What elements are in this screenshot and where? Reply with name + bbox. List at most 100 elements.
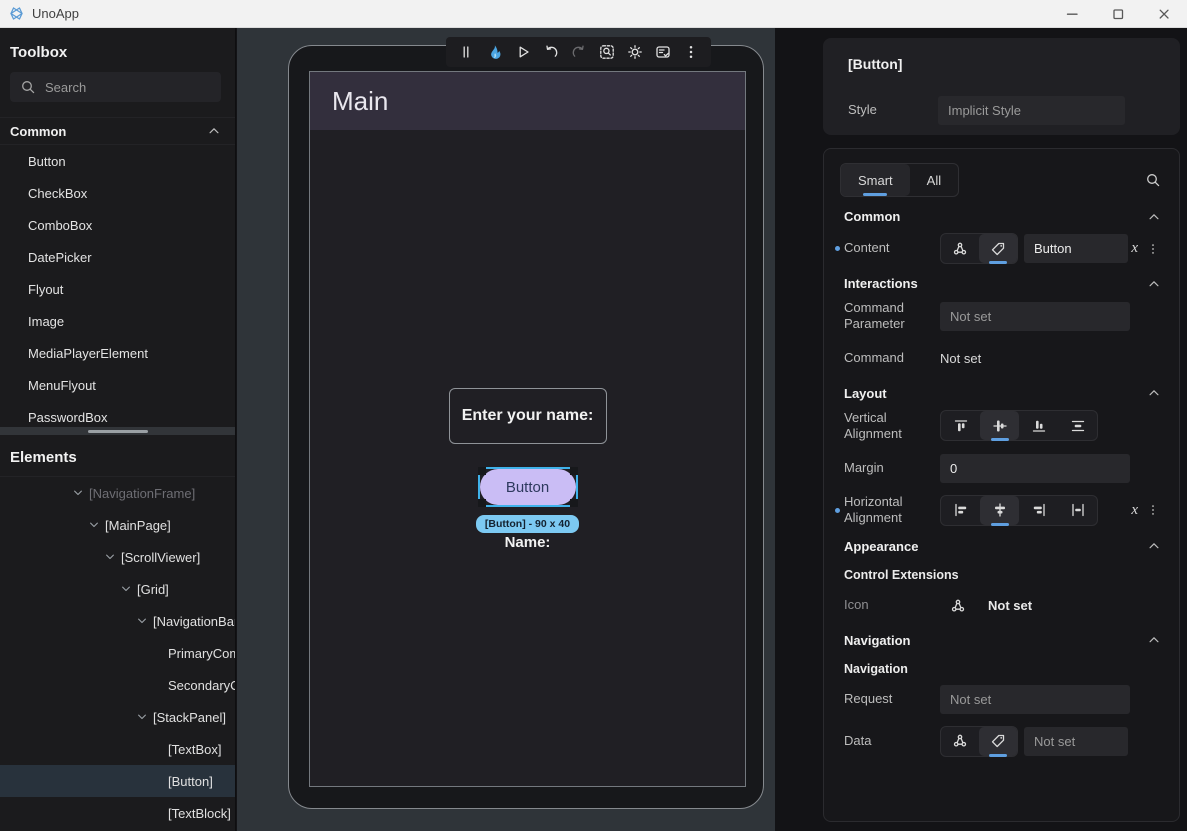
hcenter-alignment-button[interactable] [980,495,1019,525]
toolbox-item-combobox[interactable]: ComboBox [0,209,235,241]
chevron-up-icon[interactable] [1147,539,1161,553]
chevron-up-icon[interactable] [1147,633,1161,647]
chevron-up-icon[interactable] [1147,386,1161,400]
selection-handle[interactable] [477,467,486,475]
toolbox-item-flyout[interactable]: Flyout [0,273,235,305]
maximize-button[interactable] [1095,0,1141,27]
bind-mode-button[interactable] [941,234,979,263]
data-field[interactable]: Not set [1024,726,1128,756]
chevron-down-icon[interactable] [136,615,148,627]
content-field[interactable]: Button [1024,234,1128,263]
hstretch-alignment-button[interactable] [1058,496,1097,525]
content-row: Content Button x [835,233,1163,264]
tree-item-secondarycommands[interactable]: SecondaryCommands [0,669,235,701]
vcenter-alignment-button[interactable] [980,411,1019,441]
tree-item-stackpanel[interactable]: [StackPanel] [0,701,235,733]
undo-button[interactable] [543,44,559,60]
chevron-up-icon[interactable] [207,124,221,138]
tag-icon [990,733,1006,749]
section-navigation[interactable]: Navigation [844,633,1161,648]
pending-changes-button[interactable] [655,44,671,60]
inspect-element-button[interactable] [599,44,615,60]
tab-all[interactable]: All [910,164,958,196]
tab-smart[interactable]: Smart [841,164,910,196]
row-menu-icon[interactable] [1147,504,1160,517]
toolbox-item-menuflyout[interactable]: MenuFlyout [0,369,235,401]
tree-item-grid[interactable]: [Grid] [0,573,235,605]
tree-item-primarycommands[interactable]: PrimaryCommands [0,637,235,669]
textblock-control[interactable]: Name: [505,534,551,551]
toolbox-section-common[interactable]: Common [0,117,235,145]
expression-icon[interactable]: x [1131,502,1138,519]
request-field[interactable]: Not set [940,685,1130,714]
play-icon [515,44,531,60]
chevron-down-icon[interactable] [72,487,84,499]
margin-field[interactable]: 0 [940,453,1130,483]
expression-icon[interactable]: x [1131,240,1138,257]
vstretch-alignment-button[interactable] [1058,411,1097,440]
panel-splitter[interactable] [0,427,235,435]
button-label: Button [505,478,550,496]
literal-mode-button[interactable] [979,726,1017,756]
tree-item-textblock[interactable]: [TextBlock] [0,797,235,829]
row-menu-icon[interactable] [1147,242,1160,255]
drag-handle-button[interactable] [458,44,474,60]
right-alignment-button[interactable] [1019,496,1058,525]
icon-row: Icon Not set [840,591,1163,621]
command-parameter-field[interactable]: Not set [940,301,1130,331]
bind-mode-button[interactable] [941,727,979,756]
toolbox-item-checkbox[interactable]: CheckBox [0,177,235,209]
toolbox-item-passwordbox[interactable]: PasswordBox [0,401,235,427]
selection-handle[interactable] [569,499,578,507]
chevron-down-icon[interactable] [120,583,132,595]
selection-rect[interactable]: Button [477,467,578,507]
section-interactions[interactable]: Interactions [844,276,1161,291]
minimize-button[interactable] [1049,0,1095,27]
splitter-handle[interactable] [87,429,148,433]
toolbox-search[interactable] [10,72,221,102]
tree-item-button[interactable]: [Button] [0,765,235,797]
sidebar: Toolbox Common ButtonCheckBoxComboBoxDat… [0,28,236,831]
more-options-button[interactable] [683,44,699,60]
command-value[interactable]: Not set [940,351,981,366]
search-input[interactable] [45,79,185,95]
tree-item-mainpage[interactable]: [MainPage] [0,509,235,541]
tree-item-scrollviewer[interactable]: [ScrollViewer] [0,541,235,573]
literal-mode-button[interactable] [979,234,1017,263]
bind-icon[interactable] [950,598,966,614]
selection-handle[interactable] [477,499,486,507]
selection-handle[interactable] [569,467,578,475]
icon-value[interactable]: Not set [988,598,1032,613]
toolbox-item-button[interactable]: Button [0,145,235,177]
tree-item-navigationbar[interactable]: [NavigationBar] [0,605,235,637]
bind-icon [952,241,968,257]
section-common[interactable]: Common [844,209,1161,224]
top-alignment-button[interactable] [941,411,980,440]
tree-item-textbox[interactable]: [TextBox] [0,733,235,765]
chevron-down-icon[interactable] [136,711,148,723]
section-appearance[interactable]: Appearance [844,539,1161,554]
left-alignment-button[interactable] [941,496,980,525]
chevron-down-icon[interactable] [88,519,100,531]
play-button[interactable] [515,44,531,60]
align-top-icon [953,418,969,434]
theme-toggle-button[interactable] [627,44,643,60]
chevron-up-icon[interactable] [1147,210,1161,224]
toolbox-item-mediaplayerelement[interactable]: MediaPlayerElement [0,337,235,369]
section-layout[interactable]: Layout [844,386,1161,401]
align-right-icon [1031,502,1047,518]
hot-design-button[interactable] [486,44,503,61]
redo-button[interactable] [571,44,587,60]
chevron-up-icon[interactable] [1147,277,1161,291]
toolbox-item-image[interactable]: Image [0,305,235,337]
chevron-down-icon[interactable] [104,551,116,563]
tree-item-navigationframe[interactable]: [NavigationFrame] [0,477,235,509]
bottom-alignment-button[interactable] [1019,411,1058,440]
button-control[interactable]: Button [479,469,576,505]
search-icon[interactable] [1145,172,1161,188]
toolbox-item-datepicker[interactable]: DatePicker [0,241,235,273]
align-vcenter-icon [992,418,1008,434]
style-field[interactable]: Implicit Style [938,96,1125,125]
close-button[interactable] [1141,0,1187,27]
textbox-control[interactable]: Enter your name: [448,388,607,444]
